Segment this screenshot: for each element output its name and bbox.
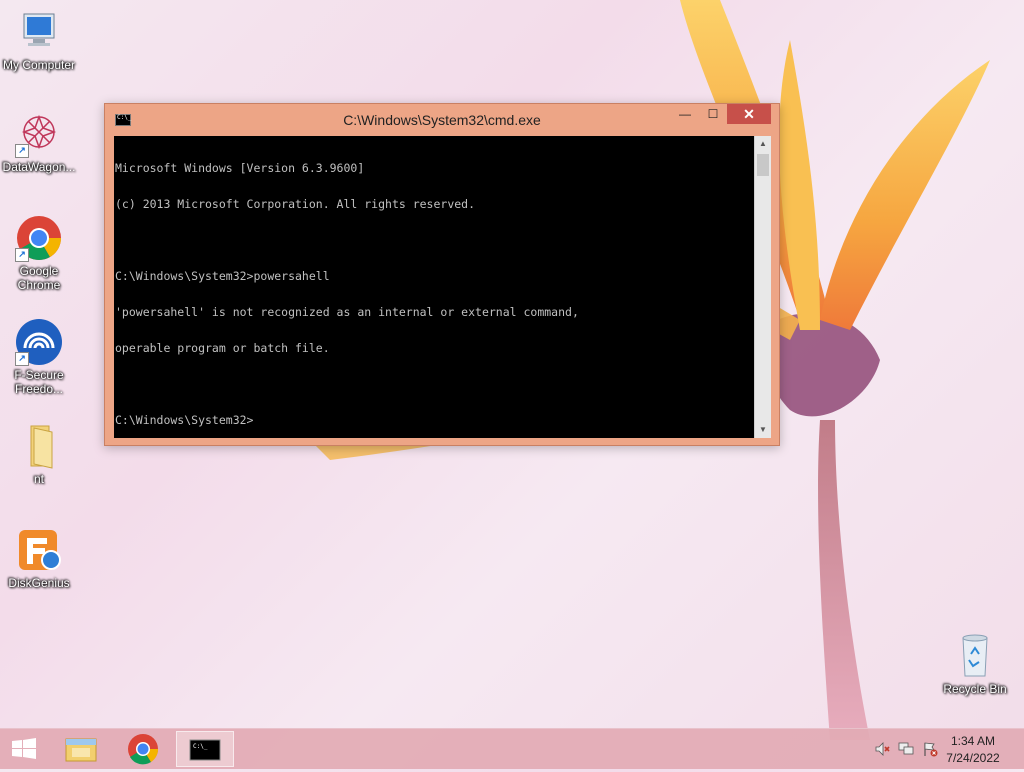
system-tray: 1:34 AM 7/24/2022 bbox=[864, 729, 1024, 769]
console-line: operable program or batch file. bbox=[115, 341, 330, 355]
console-line: C:\Windows\System32>powersahell bbox=[115, 269, 330, 283]
desktop-icon-label: DataWagon... bbox=[2, 160, 76, 174]
taskbar-clock[interactable]: 1:34 AM 7/24/2022 bbox=[938, 733, 1008, 767]
clock-date: 7/24/2022 bbox=[946, 751, 1000, 765]
clock-time: 1:34 AM bbox=[950, 734, 996, 748]
console-line: Microsoft Windows [Version 6.3.9600] bbox=[115, 161, 365, 175]
recycle-bin-icon bbox=[951, 632, 999, 680]
file-explorer-icon bbox=[65, 738, 97, 762]
maximize-button[interactable]: ☐ bbox=[699, 104, 727, 124]
console-line: (c) 2013 Microsoft Corporation. All righ… bbox=[115, 197, 476, 211]
desktop-icon-f-secure[interactable]: ↗ F-Secure Freedo... bbox=[1, 318, 77, 396]
desktop-icon-label: DiskGenius bbox=[8, 576, 70, 590]
desktop-icon-label: Google Chrome bbox=[17, 264, 61, 292]
console-line: 'powersahell' is not recognized as an in… bbox=[115, 305, 579, 319]
desktop-icon-recycle-bin[interactable]: Recycle Bin bbox=[937, 632, 1013, 696]
taskbar-file-explorer[interactable] bbox=[52, 731, 110, 767]
close-button[interactable]: ✕ bbox=[727, 104, 771, 124]
desktop-icon-google-chrome[interactable]: ↗ Google Chrome bbox=[1, 214, 77, 292]
shortcut-arrow-icon: ↗ bbox=[15, 144, 29, 158]
desktop-icon-label: Recycle Bin bbox=[943, 682, 1007, 696]
command-prompt-icon: C:\_ bbox=[189, 739, 221, 761]
cmd-titlebar[interactable]: C:\_ C:\Windows\System32\cmd.exe — ☐ ✕ bbox=[105, 104, 779, 136]
folder-icon bbox=[15, 422, 63, 470]
scroll-up-icon[interactable]: ▲ bbox=[755, 136, 771, 152]
shortcut-arrow-icon: ↗ bbox=[15, 248, 29, 262]
desktop-icon-datawagon[interactable]: ↗ DataWagon... bbox=[1, 110, 77, 174]
chrome-icon: ↗ bbox=[15, 214, 63, 262]
console-line: C:\Windows\System32> bbox=[115, 413, 254, 427]
console-output: Microsoft Windows [Version 6.3.9600] (c)… bbox=[115, 138, 755, 436]
action-center-flag-icon[interactable] bbox=[922, 741, 938, 757]
shortcut-arrow-icon: ↗ bbox=[15, 352, 29, 366]
taskbar: C:\_ 1:34 AM 7/24/2022 bbox=[0, 728, 1024, 769]
desktop-icon-label: nt bbox=[33, 472, 44, 486]
taskbar-command-prompt[interactable]: C:\_ bbox=[176, 731, 234, 767]
desktop-icon-label: My Computer bbox=[2, 58, 76, 72]
scrollbar-thumb[interactable] bbox=[757, 154, 769, 176]
scroll-down-icon[interactable]: ▼ bbox=[755, 422, 771, 438]
desktop-icon-diskgenius[interactable]: DiskGenius bbox=[1, 526, 77, 590]
window-controls: — ☐ ✕ bbox=[671, 104, 771, 126]
desktop-icon-nt-folder[interactable]: nt bbox=[1, 422, 77, 486]
volume-muted-icon[interactable] bbox=[874, 741, 890, 757]
datawagon-icon: ↗ bbox=[15, 110, 63, 158]
minimize-button[interactable]: — bbox=[671, 104, 699, 124]
diskgenius-icon bbox=[15, 526, 63, 574]
start-button[interactable] bbox=[8, 737, 40, 761]
chrome-icon bbox=[128, 734, 159, 765]
computer-icon bbox=[15, 8, 63, 56]
console-area[interactable]: Microsoft Windows [Version 6.3.9600] (c)… bbox=[114, 136, 771, 438]
f-secure-icon: ↗ bbox=[15, 318, 63, 366]
desktop-icon-my-computer[interactable]: My Computer bbox=[1, 8, 77, 72]
desktop-icon-label: F-Secure Freedo... bbox=[14, 368, 64, 396]
svg-text:C:\_: C:\_ bbox=[193, 743, 208, 750]
windows-logo-icon bbox=[12, 738, 36, 759]
network-icon[interactable] bbox=[898, 741, 914, 757]
cmd-window[interactable]: C:\_ C:\Windows\System32\cmd.exe — ☐ ✕ M… bbox=[104, 103, 780, 446]
vertical-scrollbar[interactable]: ▲ ▼ bbox=[754, 136, 771, 438]
taskbar-google-chrome[interactable] bbox=[114, 731, 172, 767]
